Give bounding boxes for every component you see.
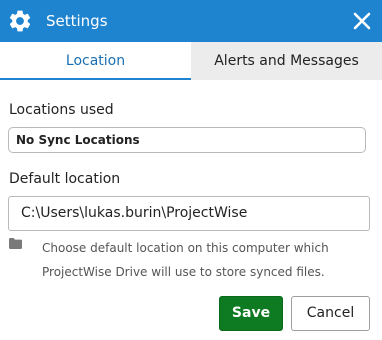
gear-icon	[9, 10, 31, 32]
default-location-help: Choose default location on this computer…	[42, 236, 362, 284]
default-location-label: Default location	[9, 171, 121, 187]
close-icon[interactable]	[352, 11, 372, 31]
locations-used-field: No Sync Locations	[8, 127, 366, 153]
default-location-input[interactable]: C:\Users\lukas.burin\ProjectWise	[8, 196, 370, 231]
tab-alerts-and-messages[interactable]: Alerts and Messages	[191, 42, 382, 80]
folder-icon	[9, 238, 22, 249]
tab-bar: Location Alerts and Messages	[0, 42, 382, 80]
window-title: Settings	[46, 12, 108, 30]
title-bar: Settings	[0, 0, 382, 42]
locations-used-label: Locations used	[9, 102, 114, 118]
tab-location[interactable]: Location	[0, 42, 191, 80]
help-line-1: Choose default location on this computer…	[42, 241, 329, 255]
save-button[interactable]: Save	[219, 296, 283, 331]
cancel-button[interactable]: Cancel	[291, 296, 370, 331]
help-line-2: ProjectWise Drive will use to store sync…	[42, 265, 325, 279]
